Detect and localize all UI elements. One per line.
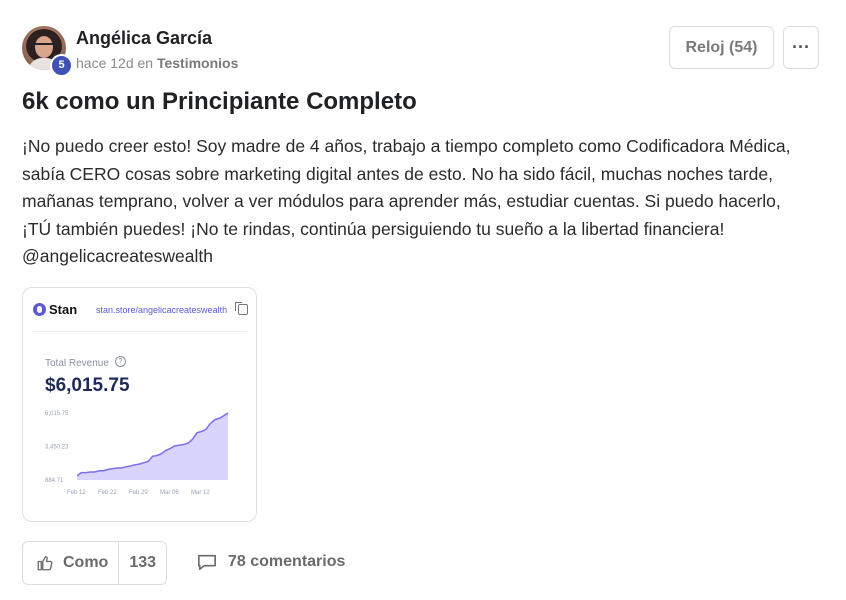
meta-in: en	[137, 55, 154, 71]
ellipsis-icon: ···	[792, 37, 810, 57]
stan-logo-icon	[33, 303, 46, 316]
y-tick-label: 6,015.75	[45, 411, 69, 417]
comment-icon	[198, 554, 216, 571]
revenue-value: $6,015.75	[45, 375, 130, 396]
copy-icon	[235, 302, 248, 315]
x-tick-label: Mar 06	[160, 490, 179, 496]
divider	[33, 331, 247, 332]
category-link[interactable]: Testimonios	[157, 55, 238, 71]
y-tick-label: 884.71	[45, 478, 64, 484]
like-button[interactable]: Como	[23, 542, 118, 584]
store-url: stan.store/angelicacreateswealth	[96, 305, 228, 315]
body-line: sabía CERO cosas sobre marketing digital…	[22, 163, 773, 184]
x-tick-label: Feb 22	[98, 490, 117, 496]
brand-name: Stan	[49, 302, 78, 317]
mention-link[interactable]: @angelicacreateswealth	[22, 243, 822, 271]
revenue-chart: 6,015.75 3,450.23 884.71Feb 12 Feb 22 Feb 29…	[45, 411, 229, 496]
body-line: ¡TÚ también puedes! ¡No te rindas, conti…	[22, 218, 725, 239]
body-line: ¡No puedo creer esto! Soy madre de 4 año…	[22, 136, 791, 156]
thumbs-up-icon	[37, 556, 53, 571]
post-title: 6k como un Principiante Completo	[22, 88, 417, 115]
stan-logo: Stan	[33, 302, 77, 317]
info-icon: ?	[115, 356, 126, 367]
x-tick-label: Mar 12	[191, 490, 210, 496]
author-name[interactable]: Angélica García	[76, 28, 212, 49]
x-tick-label: Feb 12	[67, 490, 86, 496]
more-options-button[interactable]: ···	[783, 26, 819, 69]
post-body: ¡No puedo creer esto! Soy madre de 4 año…	[22, 133, 822, 271]
attachment-image[interactable]: Stan stan.store/angelicacreateswealth To…	[22, 287, 257, 522]
revenue-label: Total Revenue	[45, 358, 109, 369]
time-ago: hace 12d	[76, 55, 134, 71]
like-label: Como	[63, 554, 109, 571]
comments-label: 78 comentarios	[228, 553, 346, 570]
like-group: Como 133	[22, 541, 167, 585]
y-tick-label: 3,450.23	[45, 445, 69, 451]
comments-link[interactable]: 78 comentarios	[196, 552, 345, 572]
watch-button[interactable]: Reloj (54)	[669, 26, 774, 69]
post-meta: hace 12d en Testimonios	[76, 55, 238, 71]
x-tick-label: Feb 29	[129, 490, 148, 496]
like-count[interactable]: 133	[119, 554, 166, 572]
level-badge: 5	[50, 54, 73, 77]
body-line: mañanas temprano, volver a ver módulos p…	[22, 191, 781, 211]
